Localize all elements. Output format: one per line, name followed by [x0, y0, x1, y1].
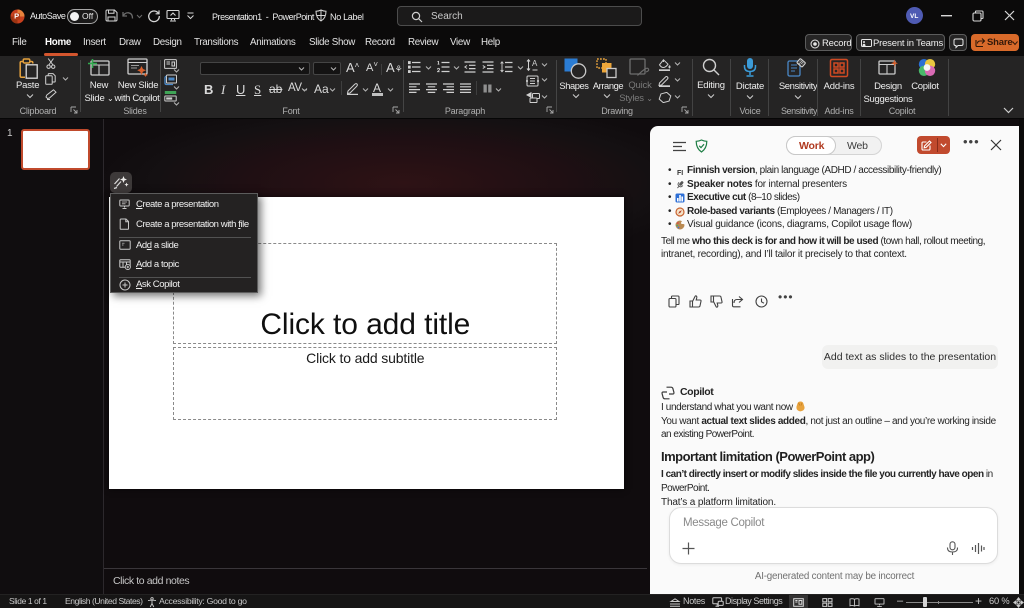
- svg-text:A: A: [532, 59, 538, 68]
- svg-text:P: P: [14, 12, 19, 21]
